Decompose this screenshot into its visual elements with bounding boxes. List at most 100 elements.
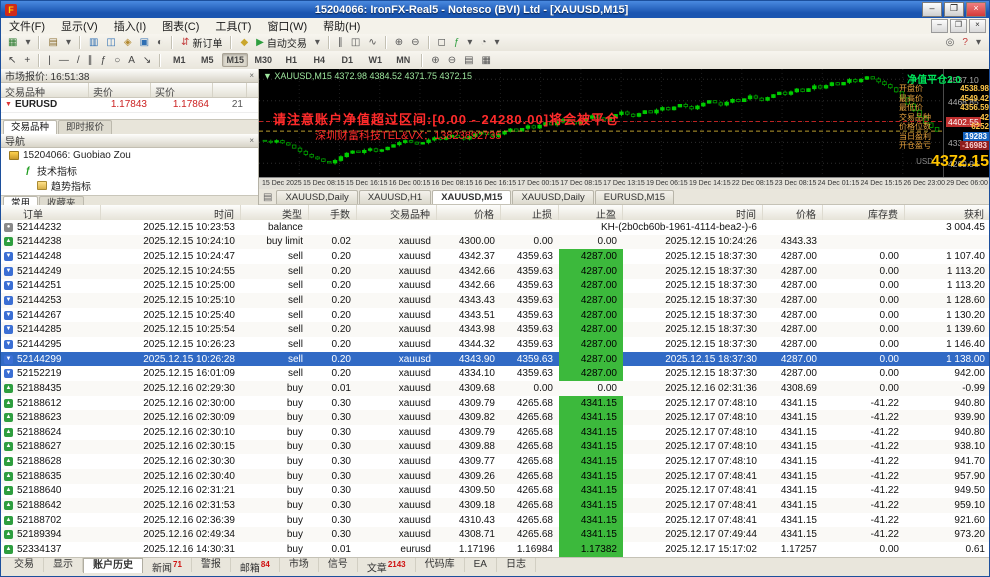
history-column-header[interactable]: 获利 <box>905 205 989 220</box>
market-watch-tab[interactable]: 即时报价 <box>58 120 113 134</box>
history-column-header[interactable]: 时间 <box>101 205 241 220</box>
vertical-line-button[interactable]: | <box>45 52 54 69</box>
timeframe-h4[interactable]: H4 <box>306 53 332 67</box>
text-tool-button[interactable]: A <box>125 52 138 69</box>
history-row[interactable]: ▲ 52188612 2025.12.16 02:30:00 buy 0.30 xauus… <box>1 395 989 411</box>
time-axis[interactable]: 15 Dec 2025 15 Dec 08:15 15 Dec 16:15 16 De… <box>259 177 989 189</box>
close-button[interactable]: × <box>966 2 986 17</box>
history-column-header[interactable]: 库存费 <box>823 205 905 220</box>
timeframe-h1[interactable]: H1 <box>278 53 304 67</box>
market-watch-row[interactable]: ▼ EURUSD 1.17843 1.17864 21 <box>1 98 258 113</box>
timeframe-d1[interactable]: D1 <box>334 53 360 67</box>
menu-item[interactable]: 帮助(H) <box>315 18 368 34</box>
autotrade-button[interactable]: ▶ 自动交易 <box>253 34 310 51</box>
menu-item[interactable]: 显示(V) <box>53 18 106 34</box>
mdi-restore-button[interactable]: ❐ <box>950 19 967 33</box>
history-row[interactable]: ▲ 52188627 2025.12.16 02:30:15 buy 0.30 xauus… <box>1 439 989 455</box>
search-button[interactable]: ◎ <box>943 34 958 51</box>
history-row[interactable]: ▲ 52189394 2025.12.16 02:49:34 buy 0.30 xauus… <box>1 527 989 543</box>
history-column-header[interactable]: 类型 <box>241 205 309 220</box>
market-watch-tab[interactable]: 交易品种 <box>3 120 58 134</box>
history-row[interactable]: ● 52144232 2025.12.15 10:23:53 balance KH-(2… <box>1 220 989 235</box>
history-column-header[interactable]: 订单 <box>1 205 101 220</box>
title-bar[interactable]: F 15204066: IronFX-Real5 - Notesco (BVI)… <box>1 1 989 18</box>
zoom-in-button[interactable]: ⊕ <box>392 34 406 51</box>
navigator-close-icon[interactable]: × <box>249 136 254 145</box>
channel-button[interactable]: ∥ <box>85 52 96 69</box>
chart-tab-0[interactable]: XAUUSD,Daily <box>276 190 358 204</box>
history-row[interactable]: ▲ 52188624 2025.12.16 02:30:10 buy 0.30 xauus… <box>1 424 989 440</box>
bottom-tab-3[interactable]: 新闻71 <box>143 557 192 574</box>
navigator-button[interactable]: ◈ <box>121 34 135 51</box>
history-column-header[interactable]: 手数 <box>309 205 357 220</box>
history-row[interactable]: ▼ 52144249 2025.12.15 10:24:55 sell 0.20 xauu… <box>1 263 989 279</box>
tile-windows-button[interactable]: ◻ <box>435 34 449 51</box>
history-row[interactable]: ▲ 52188642 2025.12.16 02:31:53 buy 0.30 xauus… <box>1 498 989 513</box>
history-column-header[interactable]: 止损 <box>501 205 559 220</box>
history-row[interactable]: ▲ 52188702 2025.12.16 02:36:39 buy 0.30 xauus… <box>1 512 989 528</box>
metaeditor-button[interactable]: ◆ <box>237 34 251 51</box>
timeframe-m5[interactable]: M5 <box>194 53 220 67</box>
menu-item[interactable]: 工具(T) <box>207 18 259 34</box>
cursor-button[interactable]: ↖ <box>5 52 19 69</box>
horizontal-line-button[interactable]: — <box>56 52 72 69</box>
trendline-button[interactable]: / <box>74 52 83 69</box>
data-window-button[interactable]: ◫ <box>103 34 118 51</box>
new-chart-caret-button[interactable]: ▾ <box>22 34 33 51</box>
history-row[interactable]: ▼ 52144253 2025.12.15 10:25:10 sell 0.20 xauu… <box>1 293 989 308</box>
navigator-item[interactable]: ƒ 技术指标 <box>1 163 258 178</box>
bottom-tab-2[interactable]: 账户历史 <box>83 557 143 574</box>
new-chart-button[interactable]: ▦ <box>5 34 20 51</box>
zoom-out-button[interactable]: ⊖ <box>408 34 422 51</box>
market-watch-column-header[interactable]: 买价 <box>151 83 213 97</box>
market-watch-column-header[interactable]: 交易品种 <box>1 83 89 97</box>
history-row[interactable]: ▲ 52188435 2025.12.16 02:29:30 buy 0.01 xauus… <box>1 381 989 396</box>
history-row[interactable]: ▲ 52188628 2025.12.16 02:30:30 buy 0.30 xauus… <box>1 454 989 469</box>
bottom-tab-11[interactable]: 日志 <box>497 557 536 572</box>
history-row[interactable]: ▼ 52144299 2025.12.15 10:26:28 sell 0.20 xauu… <box>1 351 989 367</box>
bottom-tab-4[interactable]: 警报 <box>192 557 231 572</box>
history-row[interactable]: ▲ 52144238 2025.12.15 10:24:10 buy limit 0.0… <box>1 234 989 250</box>
timeframe-m30[interactable]: M30 <box>250 53 276 67</box>
navigator-item[interactable]: 趋势指标 <box>1 178 258 193</box>
profiles-button[interactable]: ▤ <box>45 34 60 51</box>
history-column-header[interactable]: 价格 <box>763 205 823 220</box>
chart-tab-1[interactable]: XAUUSD,H1 <box>358 190 432 204</box>
bottom-tab-5[interactable]: 邮箱84 <box>231 557 280 574</box>
market-watch-close-icon[interactable]: × <box>249 71 254 80</box>
timeframe-w1[interactable]: W1 <box>362 53 388 67</box>
chart-area[interactable]: 4537.104468.854402.554336.254269.964402.… <box>259 69 989 189</box>
crosshair-button[interactable]: + <box>21 52 33 69</box>
minimize-button[interactable]: – <box>922 2 942 17</box>
bottom-tab-8[interactable]: 文章2143 <box>358 557 416 574</box>
menu-item[interactable]: 图表(C) <box>154 18 207 34</box>
help-button[interactable]: ? <box>959 34 971 51</box>
history-row[interactable]: ▼ 52144285 2025.12.15 10:25:54 sell 0.20 xauu… <box>1 322 989 338</box>
menu-item[interactable]: 插入(I) <box>106 18 154 34</box>
new-order-button[interactable]: ⇵ 新订单 <box>178 34 225 51</box>
history-column-header[interactable]: 交易品种 <box>357 205 437 220</box>
market-watch-button[interactable]: ▥ <box>86 34 101 51</box>
bottom-tab-7[interactable]: 信号 <box>319 557 358 572</box>
profiles-caret-button[interactable]: ▾ <box>63 34 74 51</box>
chart-tab-list-icon[interactable]: ▤ <box>263 192 272 203</box>
strategy-tester-button[interactable]: ◐ <box>154 34 166 51</box>
restore-button[interactable]: ❐ <box>944 2 964 17</box>
periods-caret-button[interactable]: ▾ <box>491 34 502 51</box>
bottom-tab-9[interactable]: 代码库 <box>416 557 465 572</box>
bottom-tab-6[interactable]: 市场 <box>280 557 319 572</box>
candle-chart-type-button[interactable]: ◫ <box>348 34 363 51</box>
navigator-item[interactable]: 15204066: Guobiao Zou <box>1 148 258 163</box>
periods-button[interactable]: ◔ <box>477 34 489 51</box>
more-caret-button[interactable]: ▾ <box>973 34 984 51</box>
bottom-tab-10[interactable]: EA <box>465 557 497 572</box>
history-row[interactable]: ▼ 52144248 2025.12.15 10:24:47 sell 0.20 xauu… <box>1 249 989 264</box>
menu-item[interactable]: 文件(F) <box>1 18 53 34</box>
history-row[interactable]: ▲ 52188623 2025.12.16 02:30:09 buy 0.30 xauus… <box>1 410 989 425</box>
history-column-header[interactable]: 时间 <box>623 205 763 220</box>
history-row[interactable]: ▲ 52334137 2025.12.16 14:30:31 buy 0.01 eurus… <box>1 542 989 557</box>
indicators-caret-button[interactable]: ▾ <box>464 34 475 51</box>
history-column-header[interactable]: 价格 <box>437 205 501 220</box>
line-chart-type-button[interactable]: ∿ <box>365 34 379 51</box>
chart-tab-3[interactable]: XAUUSD,Daily <box>512 190 594 204</box>
